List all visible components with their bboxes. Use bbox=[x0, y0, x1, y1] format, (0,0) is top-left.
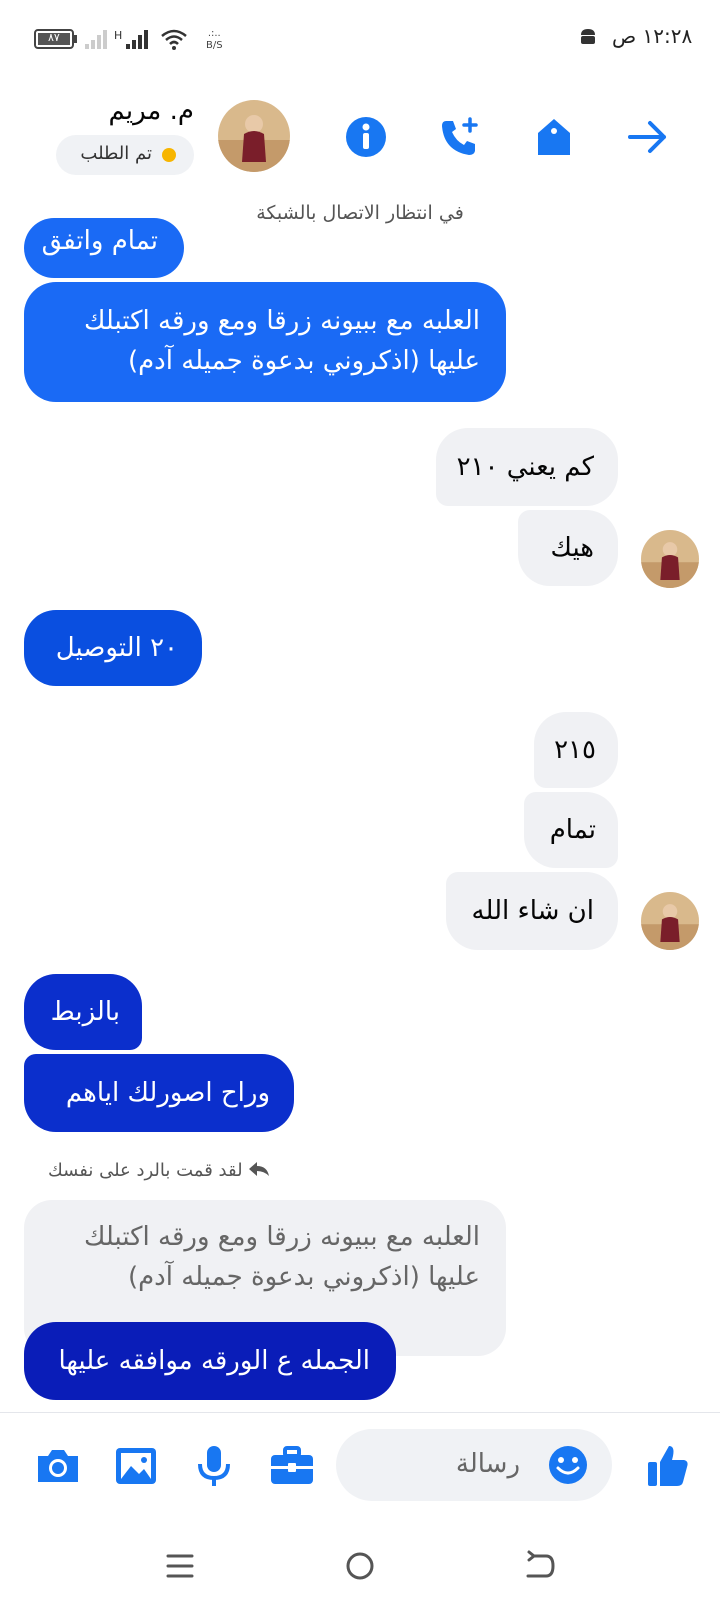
network-speed: .:.. B/S bbox=[206, 28, 223, 52]
battery-level: ٨٧ bbox=[48, 31, 60, 44]
tag-icon[interactable] bbox=[532, 115, 576, 159]
camera-icon[interactable] bbox=[34, 1442, 82, 1490]
message-received[interactable]: ٢١٥ bbox=[534, 712, 618, 788]
add-call-icon[interactable] bbox=[438, 115, 482, 159]
message-placeholder: رسالة bbox=[455, 1449, 520, 1479]
message-sent[interactable]: ٢٠ التوصيل bbox=[24, 610, 202, 686]
composer-divider bbox=[0, 1412, 720, 1413]
back-icon[interactable] bbox=[520, 1546, 560, 1586]
message-text: ٢٠ التوصيل bbox=[55, 633, 178, 663]
android-icon bbox=[578, 26, 598, 46]
message-text: كم يعني ٢١٠ bbox=[456, 452, 594, 482]
status-dot-icon bbox=[162, 148, 176, 162]
message-text: ان شاء الله bbox=[471, 896, 594, 926]
microphone-icon[interactable] bbox=[190, 1442, 238, 1490]
contact-name[interactable]: م. مريم bbox=[104, 96, 194, 126]
message-sent[interactable]: تمام واتفق bbox=[24, 218, 184, 278]
message-received[interactable]: ان شاء الله bbox=[446, 872, 618, 950]
sender-avatar[interactable] bbox=[641, 892, 699, 950]
status-bar: ٨٧ H .:.. B/S ١٢:٢٨ ص bbox=[0, 0, 720, 80]
clock: ١٢:٢٨ ص bbox=[612, 24, 693, 48]
sender-avatar[interactable] bbox=[641, 530, 699, 588]
message-text-line: عليها (اذكروني بدعوة جميله آدم) bbox=[127, 346, 480, 376]
message-sent[interactable]: الجمله ع الورقه موافقه عليها bbox=[24, 1322, 396, 1400]
signal-sim1-icon: H bbox=[114, 28, 150, 54]
reply-arrow-icon bbox=[248, 1161, 270, 1182]
message-text: تمام bbox=[549, 815, 596, 845]
wifi-icon bbox=[160, 28, 188, 54]
back-arrow-icon[interactable] bbox=[626, 115, 670, 159]
quoted-text-line: العلبه مع ببيونه زرقا ومع ورقه اكتبلك bbox=[83, 1222, 480, 1252]
order-status-label: تم الطلب bbox=[80, 143, 152, 164]
gallery-icon[interactable] bbox=[112, 1442, 160, 1490]
message-text: تمام واتفق bbox=[41, 226, 158, 256]
message-text-line: العلبه مع ببيونه زرقا ومع ورقه اكتبلك bbox=[83, 306, 480, 336]
menu-icon[interactable] bbox=[160, 1546, 200, 1586]
info-icon[interactable] bbox=[344, 115, 388, 159]
message-text: هيك bbox=[550, 533, 594, 563]
message-input[interactable]: رسالة bbox=[336, 1429, 612, 1501]
emoji-icon[interactable] bbox=[548, 1445, 588, 1485]
message-received[interactable]: تمام bbox=[524, 792, 618, 868]
signal-sim2-icon bbox=[84, 28, 108, 54]
message-text: ٢١٥ bbox=[554, 735, 596, 765]
network-speed-value: .:.. bbox=[207, 28, 221, 39]
contact-avatar[interactable] bbox=[218, 100, 290, 172]
network-speed-unit: B/S bbox=[206, 40, 223, 51]
reply-note-text: لقد قمت بالرد على نفسك bbox=[48, 1160, 243, 1181]
reply-note: لقد قمت بالرد على نفسك bbox=[48, 1160, 270, 1182]
message-text: الجمله ع الورقه موافقه عليها bbox=[58, 1346, 370, 1376]
message-received[interactable]: هيك bbox=[518, 510, 618, 586]
message-sent[interactable]: وراح اصورلك اياهم bbox=[24, 1054, 294, 1132]
message-text: وراح اصورلك اياهم bbox=[65, 1078, 270, 1108]
quoted-text-line: عليها (اذكروني بدعوة جميله آدم) bbox=[127, 1262, 480, 1292]
briefcase-icon[interactable] bbox=[268, 1442, 316, 1490]
message-sent[interactable]: العلبه مع ببيونه زرقا ومع ورقه اكتبلك عل… bbox=[24, 282, 506, 402]
order-status-badge[interactable]: تم الطلب bbox=[56, 135, 194, 175]
thumbs-up-icon[interactable] bbox=[644, 1442, 692, 1490]
home-icon[interactable] bbox=[340, 1546, 380, 1586]
message-received[interactable]: كم يعني ٢١٠ bbox=[436, 428, 618, 506]
message-sent[interactable]: بالزبط bbox=[24, 974, 142, 1050]
message-text: بالزبط bbox=[50, 997, 120, 1027]
svg-text:H: H bbox=[114, 29, 122, 42]
